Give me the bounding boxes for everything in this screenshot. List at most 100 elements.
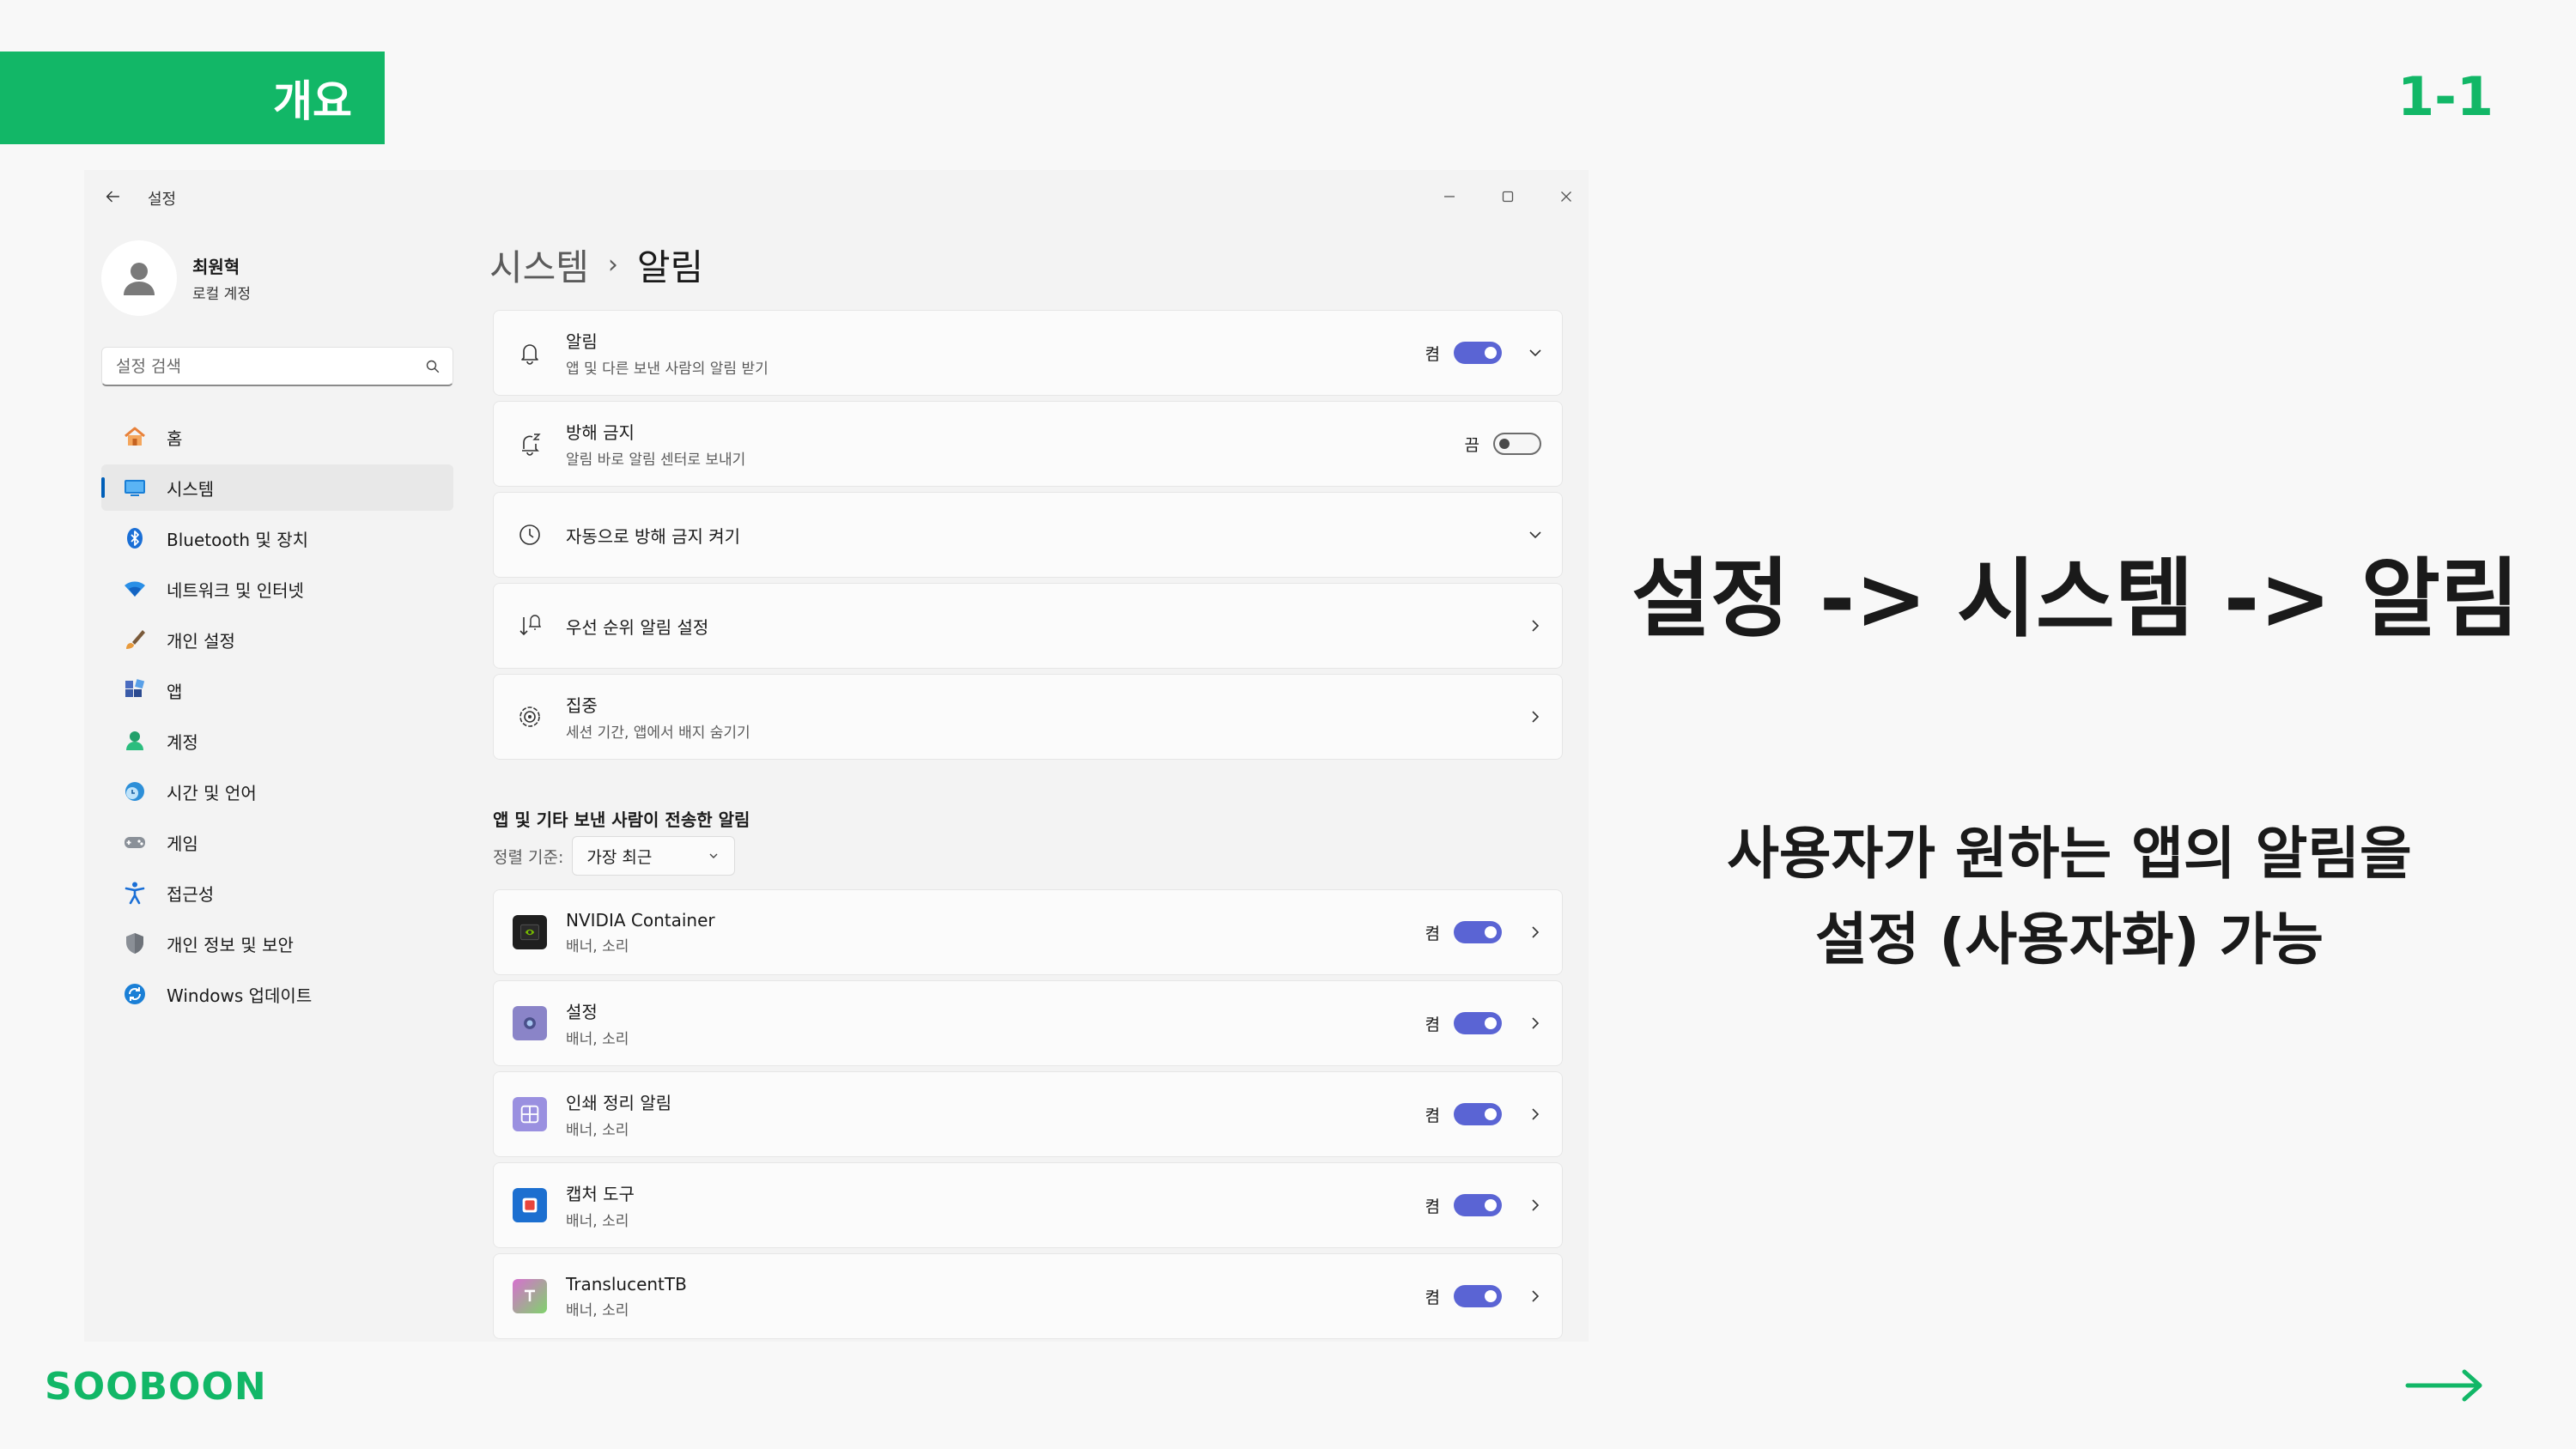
chevron-right-icon[interactable] xyxy=(1524,1012,1546,1034)
app-notification-row[interactable]: 캡처 도구 배너, 소리 켬 xyxy=(493,1162,1563,1248)
close-button[interactable] xyxy=(1549,180,1583,213)
shield-icon xyxy=(126,933,143,954)
slide-description: 사용자가 원하는 앱의 알림을 설정 (사용자화) 가능 xyxy=(1614,811,2524,983)
app-name: 인쇄 정리 알림 xyxy=(566,1093,672,1113)
bluetooth-icon xyxy=(127,528,143,549)
chevron-right-icon[interactable] xyxy=(1524,921,1546,943)
app-subtitle: 배너, 소리 xyxy=(566,1122,629,1139)
app-subtitle: 배너, 소리 xyxy=(566,1031,629,1048)
sidebar-item-label: 개인 정보 및 보안 xyxy=(167,934,294,955)
app-notification-row[interactable]: TranslucentTB 배너, 소리 켬 xyxy=(493,1253,1563,1339)
app-notification-toggle[interactable] xyxy=(1454,1103,1502,1125)
next-arrow-icon[interactable] xyxy=(2404,1365,2487,1406)
sidebar-item-label: 접근성 xyxy=(167,883,215,905)
chevron-down-icon[interactable] xyxy=(1524,524,1546,546)
bell-icon xyxy=(521,344,538,365)
sidebar-item-home[interactable]: 홈 xyxy=(101,414,453,460)
sidebar-item-label: 앱 xyxy=(167,681,183,702)
sidebar-item-personalization[interactable]: 개인 설정 xyxy=(101,616,453,663)
toggle-state-label: 끔 xyxy=(1464,435,1479,455)
card-subtitle: 앱 및 다른 보낸 사람의 알림 받기 xyxy=(566,361,769,378)
home-icon xyxy=(125,427,145,446)
card-subtitle: 세션 기간, 앱에서 배지 숨기기 xyxy=(566,724,750,742)
print-icon xyxy=(513,1097,547,1131)
search-input[interactable] xyxy=(114,355,425,377)
card-title: 우선 순위 알림 설정 xyxy=(566,616,709,638)
search-box xyxy=(101,347,453,386)
sidebar-item-accessibility[interactable]: 접근성 xyxy=(101,870,453,916)
toggle-state-label: 켬 xyxy=(1425,1197,1440,1216)
do-not-disturb-toggle[interactable] xyxy=(1493,433,1541,455)
app-notification-toggle[interactable] xyxy=(1454,1194,1502,1216)
chevron-right-icon[interactable] xyxy=(1524,615,1546,637)
gamepad-icon xyxy=(125,837,145,848)
chevron-down-icon xyxy=(709,853,718,858)
sidebar-item-network[interactable]: 네트워크 및 인터넷 xyxy=(101,566,453,612)
sidebar-item-windows-update[interactable]: Windows 업데이트 xyxy=(101,971,453,1017)
minimize-icon xyxy=(1444,196,1455,197)
back-button[interactable] xyxy=(103,187,122,209)
maximize-icon xyxy=(1502,191,1514,203)
breadcrumb-separator: › xyxy=(607,250,618,280)
chevron-right-icon[interactable] xyxy=(1524,1103,1546,1125)
chevron-right-icon[interactable] xyxy=(1524,1285,1546,1307)
description-line-1: 사용자가 원하는 앱의 알림을 xyxy=(1727,821,2412,887)
description-line-2: 설정 (사용자화) 가능 xyxy=(1814,906,2324,973)
profile-name: 최원혁 xyxy=(192,257,240,277)
sidebar-item-system[interactable]: 시스템 xyxy=(101,464,453,511)
brush-icon xyxy=(126,630,145,649)
avatar xyxy=(101,240,177,316)
apps-section-title: 앱 및 기타 보낸 사람이 전송한 알림 xyxy=(493,809,750,830)
sidebar-item-apps[interactable]: 앱 xyxy=(101,667,453,713)
notifications-toggle[interactable] xyxy=(1454,342,1502,364)
auto-do-not-disturb-card[interactable]: 자동으로 방해 금지 켜기 xyxy=(493,492,1563,578)
sort-dropdown[interactable]: 가장 최근 xyxy=(572,836,736,876)
sidebar-item-label: 계정 xyxy=(167,731,198,753)
user-profile[interactable]: 최원혁 로컬 계정 xyxy=(101,240,251,316)
page-title: 알림 xyxy=(636,246,704,288)
app-notification-toggle[interactable] xyxy=(1454,1285,1502,1307)
sidebar-item-label: 시간 및 언어 xyxy=(167,782,257,803)
priority-notifications-card[interactable]: 우선 순위 알림 설정 xyxy=(493,583,1563,669)
snipping-tool-icon xyxy=(513,1188,547,1222)
focus-icon xyxy=(519,706,540,727)
app-subtitle: 배너, 소리 xyxy=(566,1213,629,1230)
breadcrumb-parent[interactable]: 시스템 xyxy=(489,239,589,291)
focus-card[interactable]: 집중 세션 기간, 앱에서 배지 숨기기 xyxy=(493,674,1563,760)
search-icon[interactable] xyxy=(425,359,440,374)
app-notification-row[interactable]: 인쇄 정리 알림 배너, 소리 켬 xyxy=(493,1071,1563,1157)
app-notification-row[interactable]: 설정 배너, 소리 켬 xyxy=(493,980,1563,1066)
card-title: 알림 xyxy=(566,331,598,352)
sidebar-item-accounts[interactable]: 계정 xyxy=(101,718,453,764)
settings-window: 설정 최원혁 로컬 계정 홈 시스템 Bluet xyxy=(84,170,1589,1342)
app-notification-row[interactable]: NVIDIA Container 배너, 소리 켬 xyxy=(493,889,1563,975)
page-number: 1-1 xyxy=(2397,65,2494,128)
minimize-button[interactable] xyxy=(1432,180,1467,213)
do-not-disturb-card[interactable]: 방해 금지 알림 바로 알림 센터로 보내기 끔 xyxy=(493,401,1563,487)
sidebar-item-privacy[interactable]: 개인 정보 및 보안 xyxy=(101,920,453,967)
toggle-state-label: 켬 xyxy=(1425,1288,1440,1307)
chevron-right-icon[interactable] xyxy=(1524,706,1546,728)
sidebar-item-label: 게임 xyxy=(167,833,198,854)
sidebar-item-gaming[interactable]: 게임 xyxy=(101,819,453,865)
person-icon xyxy=(124,263,155,295)
sidebar-item-label: Windows 업데이트 xyxy=(167,985,313,1006)
toggle-state-label: 켬 xyxy=(1425,344,1440,364)
app-subtitle: 배너, 소리 xyxy=(566,1301,629,1319)
profile-account-type: 로컬 계정 xyxy=(192,286,251,303)
card-title: 방해 금지 xyxy=(566,422,635,443)
chevron-down-icon[interactable] xyxy=(1524,342,1546,364)
app-subtitle: 배너, 소리 xyxy=(566,937,629,955)
app-notification-toggle[interactable] xyxy=(1454,1012,1502,1034)
sidebar-item-bluetooth[interactable]: Bluetooth 및 장치 xyxy=(101,515,453,561)
chevron-right-icon[interactable] xyxy=(1524,1194,1546,1216)
back-arrow-icon xyxy=(106,191,120,203)
title-bar: 설정 xyxy=(103,187,176,209)
system-icon xyxy=(125,480,145,496)
maximize-button[interactable] xyxy=(1491,180,1525,213)
notifications-setting-card[interactable]: 알림 앱 및 다른 보낸 사람의 알림 받기 켬 xyxy=(493,310,1563,396)
sidebar-item-time-language[interactable]: 시간 및 언어 xyxy=(101,768,453,815)
card-title: 집중 xyxy=(566,695,598,716)
globe-clock-icon xyxy=(125,782,144,801)
app-notification-toggle[interactable] xyxy=(1454,921,1502,943)
